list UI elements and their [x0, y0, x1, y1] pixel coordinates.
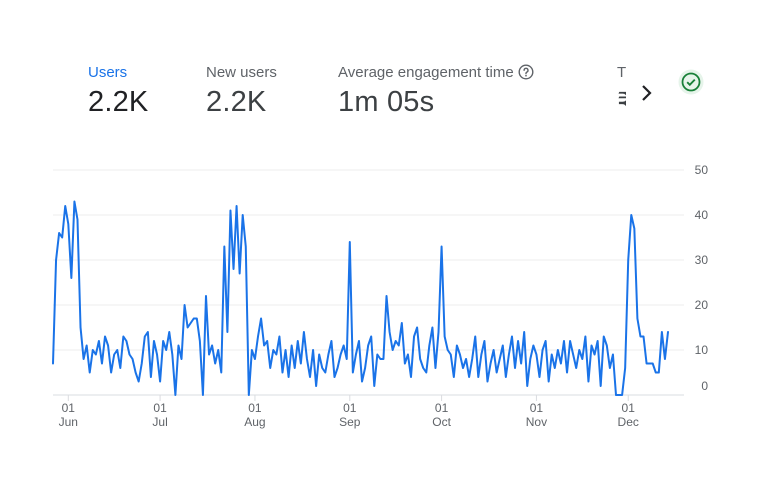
y-tick-label: 10: [695, 343, 709, 357]
x-tick-month-label: Sep: [339, 415, 361, 429]
x-tick-day-label: 01: [248, 401, 262, 415]
y-tick-label: 50: [695, 163, 709, 177]
y-tick-label: 0: [701, 379, 708, 393]
x-tick-month-label: Dec: [618, 415, 639, 429]
x-tick-month-label: Nov: [526, 415, 547, 429]
x-tick-day-label: 01: [62, 401, 76, 415]
x-tick-month-label: Aug: [244, 415, 265, 429]
x-tick-day-label: 01: [622, 401, 636, 415]
x-tick-day-label: 01: [153, 401, 167, 415]
line-chart: 0102030405001Jun01Jul01Aug01Sep01Oct01No…: [52, 163, 709, 429]
chart-axis: 0102030405001Jun01Jul01Aug01Sep01Oct01No…: [59, 163, 709, 429]
x-tick-month-label: Jun: [59, 415, 78, 429]
y-tick-label: 30: [695, 253, 709, 267]
x-tick-month-label: Jul: [152, 415, 167, 429]
x-tick-month-label: Oct: [432, 415, 451, 429]
users-series-line: [52, 200, 669, 396]
y-tick-label: 40: [695, 208, 709, 222]
x-tick-day-label: 01: [530, 401, 544, 415]
x-tick-day-label: 01: [343, 401, 357, 415]
x-tick-day-label: 01: [435, 401, 449, 415]
y-tick-label: 20: [695, 298, 709, 312]
